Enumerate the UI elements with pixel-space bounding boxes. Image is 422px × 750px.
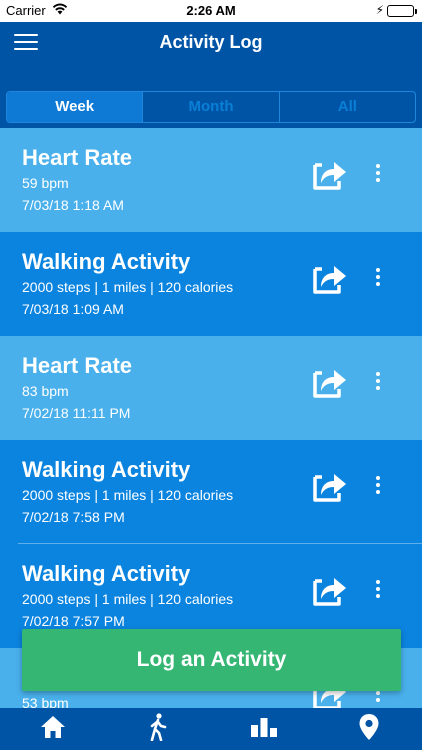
- more-options-icon[interactable]: [370, 580, 386, 602]
- activity-title: Walking Activity: [22, 249, 191, 274]
- share-icon[interactable]: [312, 157, 348, 191]
- share-icon[interactable]: [312, 261, 348, 295]
- page-title: Activity Log: [159, 32, 263, 52]
- activity-detail: 59 bpm: [22, 175, 69, 191]
- segment-month[interactable]: Month: [142, 92, 278, 122]
- tab-stats[interactable]: [211, 708, 317, 750]
- charging-bolt-icon: ⚡: [375, 3, 384, 17]
- activity-list[interactable]: Heart Rate 59 bpm 7/03/18 1:18 AM Walkin…: [0, 128, 422, 708]
- status-bar: Carrier 2:26 AM ⚡: [0, 0, 422, 22]
- segment-week[interactable]: Week: [7, 92, 143, 122]
- activity-date: 7/02/18 11:11 PM: [22, 405, 131, 421]
- activity-detail: 2000 steps | 1 miles | 120 calories: [22, 591, 234, 607]
- segment-all[interactable]: All: [278, 92, 415, 122]
- more-options-icon[interactable]: [370, 164, 386, 186]
- share-icon[interactable]: [312, 573, 348, 607]
- status-time: 2:26 AM: [186, 3, 236, 18]
- share-icon[interactable]: [312, 469, 348, 503]
- activity-date: 7/03/18 1:18 AM: [22, 197, 124, 213]
- activity-title: Heart Rate: [22, 353, 133, 378]
- activity-item[interactable]: Walking Activity 2000 steps | 1 miles | …: [0, 232, 422, 336]
- location-pin-icon: [358, 713, 380, 746]
- activity-detail: 2000 steps | 1 miles | 120 calories: [22, 279, 234, 295]
- battery-icon: [387, 5, 417, 17]
- activity-detail: 83 bpm: [22, 383, 69, 399]
- more-options-icon[interactable]: [370, 268, 386, 290]
- activity-title: Walking Activity: [22, 561, 191, 586]
- activity-date: 7/03/18 1:09 AM: [22, 301, 124, 317]
- segmented-control-container: Week Month All: [0, 84, 422, 130]
- activity-item[interactable]: Heart Rate 83 bpm 7/02/18 11:11 PM: [0, 336, 422, 440]
- tab-activity[interactable]: [106, 708, 212, 750]
- walking-icon: [147, 712, 169, 746]
- activity-date: 7/02/18 7:58 PM: [22, 509, 125, 525]
- time-range-segmented-control: Week Month All: [6, 91, 416, 123]
- tab-location[interactable]: [317, 708, 422, 750]
- activity-detail: 2000 steps | 1 miles | 120 calories: [22, 487, 234, 503]
- home-icon: [40, 715, 66, 744]
- activity-date: 7/02/18 7:57 PM: [22, 613, 125, 629]
- activity-item[interactable]: Walking Activity 2000 steps | 1 miles | …: [0, 440, 422, 544]
- activity-item[interactable]: Heart Rate 59 bpm 7/03/18 1:18 AM: [0, 128, 422, 232]
- activity-detail: 53 bpm: [22, 695, 69, 708]
- bar-chart-icon: [250, 716, 278, 743]
- more-options-icon[interactable]: [370, 372, 386, 394]
- tab-home[interactable]: [0, 708, 106, 750]
- bottom-tab-bar: [0, 708, 422, 750]
- activity-title: Walking Activity: [22, 457, 191, 482]
- more-options-icon[interactable]: [370, 476, 386, 498]
- activity-title: Heart Rate: [22, 145, 133, 170]
- share-icon[interactable]: [312, 365, 348, 399]
- log-activity-button[interactable]: Log an Activity: [22, 629, 401, 691]
